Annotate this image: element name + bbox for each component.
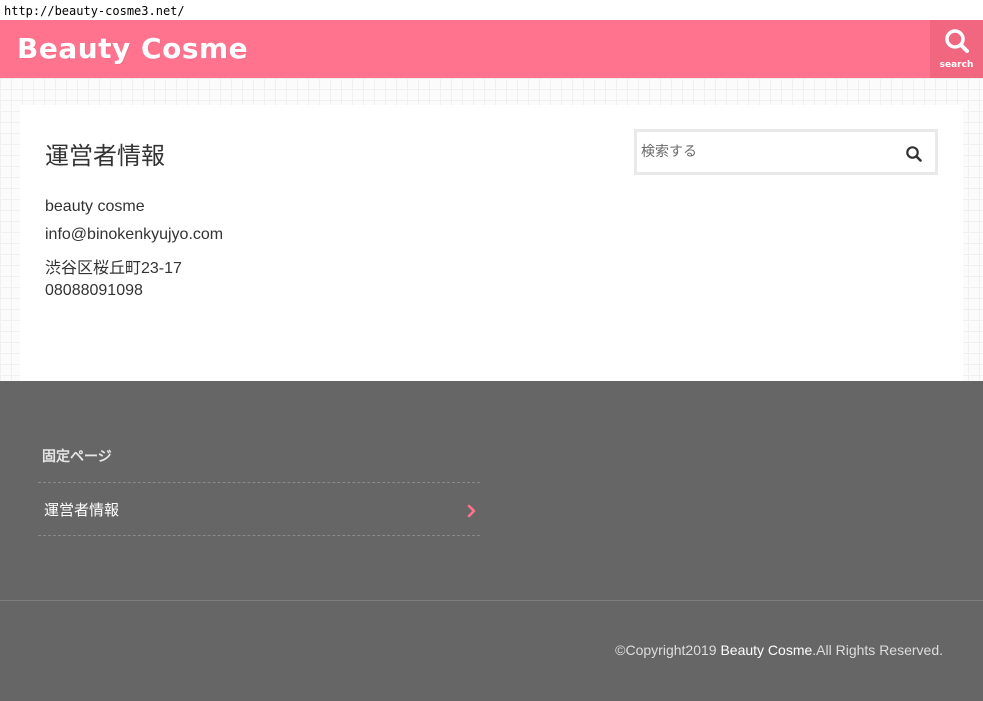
search-toggle-button[interactable]: search xyxy=(930,20,983,78)
footer-page-link[interactable]: 運営者情報 xyxy=(38,483,480,535)
search-input[interactable] xyxy=(641,140,881,164)
chevron-right-icon xyxy=(467,504,476,518)
info-email: info@binokenkyujyo.com xyxy=(45,226,224,243)
info-name: beauty cosme xyxy=(45,198,145,215)
copyright-brand-link[interactable]: Beauty Cosme xyxy=(720,642,812,658)
copyright-suffix: .All Rights Reserved. xyxy=(812,642,943,658)
pages-widget-title: 固定ページ xyxy=(42,449,112,465)
search-submit-button[interactable] xyxy=(905,145,923,163)
footer-divider xyxy=(0,600,983,601)
url-bar: http://beauty-cosme3.net/ xyxy=(0,0,983,20)
page-title: 運営者情報 xyxy=(45,142,165,170)
copyright-prefix: ©Copyright2019 xyxy=(615,642,721,658)
copyright: ©Copyright2019 Beauty Cosme.All Rights R… xyxy=(615,642,943,658)
divider xyxy=(38,535,480,536)
sidebar-search-form xyxy=(634,129,938,175)
info-phone: 08088091098 xyxy=(45,282,143,299)
site-logo[interactable]: Beauty Cosme xyxy=(17,32,248,65)
info-address: 渋谷区桜丘町23-17 xyxy=(45,260,182,277)
search-icon xyxy=(906,146,922,162)
search-toggle-label: search xyxy=(939,60,974,70)
footer-page-link-label: 運営者情報 xyxy=(44,501,120,519)
site-header: Beauty Cosme search xyxy=(0,20,983,78)
search-icon xyxy=(945,29,969,53)
